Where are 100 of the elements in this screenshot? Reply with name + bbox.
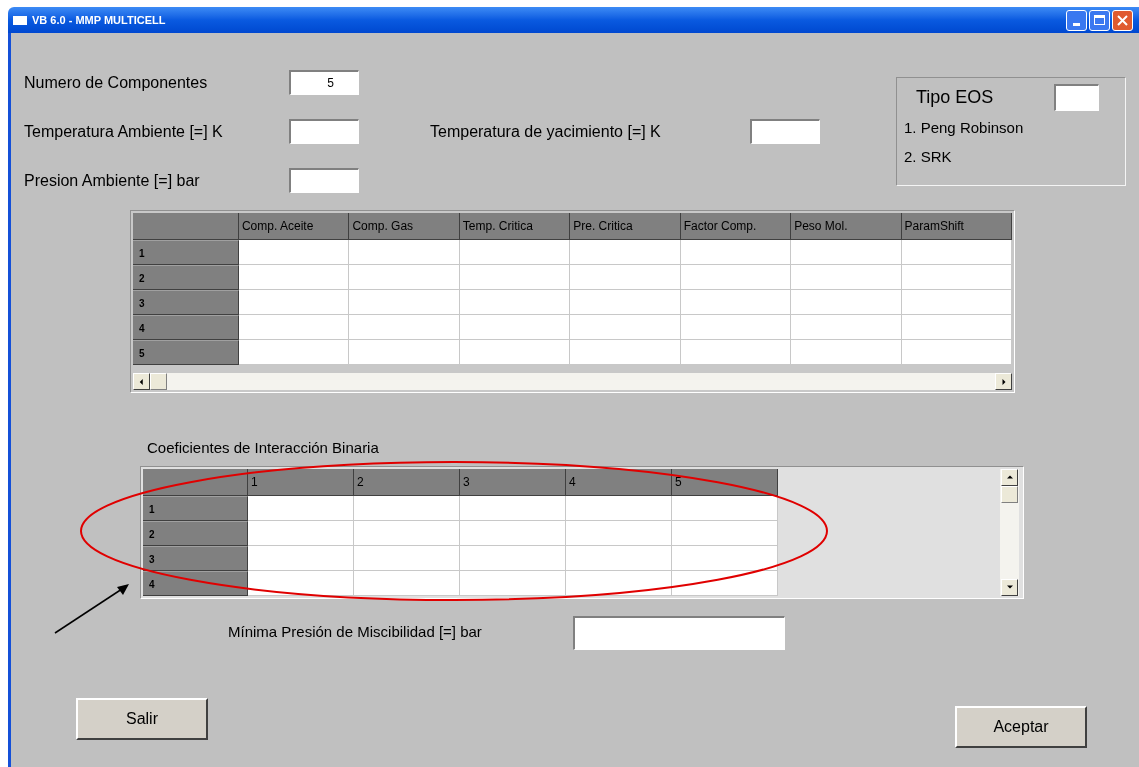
table-cell[interactable] [791,240,902,265]
horizontal-scrollbar[interactable] [133,373,1012,390]
field-label: Mínima Presión de Miscibilidad [=] bar [228,622,483,643]
table-cell[interactable] [248,495,354,521]
text-field[interactable] [750,119,820,144]
table-cell[interactable] [248,545,354,571]
table-cell[interactable] [460,495,566,521]
field-label: Presion Ambiente [=] bar [24,170,201,191]
table-cell[interactable] [459,240,571,265]
window-title: VB 6.0 - MMP MULTICELL [32,12,166,28]
table-cell[interactable] [459,265,571,290]
close-icon [1117,14,1128,26]
column-header: Temp. Critica [459,213,571,240]
table-cell[interactable] [566,545,672,571]
table-cell[interactable] [566,495,672,521]
eos-field[interactable] [1054,84,1099,111]
table-cell[interactable] [354,570,460,596]
column-header: 2 [354,468,460,496]
text-field[interactable] [289,119,359,144]
eos-option: 2. SRK [904,145,1125,168]
row-header: 2 [133,265,239,290]
table-cell[interactable] [238,340,350,365]
vertical-scrollbar[interactable] [1000,468,1019,596]
table-cell[interactable] [570,340,681,365]
table-cell[interactable] [901,240,1012,265]
table-cell[interactable] [791,340,902,365]
scroll-thumb[interactable] [150,373,167,390]
table-cell[interactable] [680,340,792,365]
table-cell[interactable] [570,240,681,265]
table-cell[interactable] [354,545,460,571]
table-cell[interactable] [672,545,778,571]
table-cell[interactable] [791,315,902,340]
table-cell[interactable] [349,290,460,315]
table-cell[interactable] [566,520,672,546]
table-cell[interactable] [680,315,792,340]
table-cell[interactable] [238,315,350,340]
table-cell[interactable] [354,495,460,521]
minimize-button[interactable] [1066,9,1087,31]
row-header: 3 [143,545,248,571]
window-icon [13,15,27,25]
table-cell[interactable] [349,340,460,365]
table-cell[interactable] [901,315,1012,340]
text-field[interactable]: 5 [289,70,359,95]
table-cell[interactable] [349,265,460,290]
table-cell[interactable] [570,315,681,340]
table-cell[interactable] [672,520,778,546]
column-header: 1 [248,468,354,496]
row-header: 5 [133,340,239,365]
maximize-button[interactable] [1089,9,1110,31]
table-cell[interactable] [672,495,778,521]
exit-button[interactable]: Salir [76,697,208,740]
table-cell[interactable] [354,520,460,546]
table-cell[interactable] [459,315,571,340]
row-header: 1 [143,495,248,521]
row-header: 2 [143,520,248,546]
table-cell[interactable] [460,520,566,546]
table-cell[interactable] [238,240,350,265]
table-cell[interactable] [680,240,792,265]
table-cell[interactable] [680,265,792,290]
row-header: 3 [133,290,239,315]
table-cell[interactable] [349,315,460,340]
table-cell[interactable] [459,340,571,365]
table-cell[interactable] [570,265,681,290]
column-header: Comp. Gas [349,213,460,240]
table-cell[interactable] [238,265,350,290]
close-button[interactable] [1112,9,1133,31]
row-header: 1 [133,240,239,265]
table-cell[interactable] [349,240,460,265]
table-cell[interactable] [791,265,902,290]
column-header: ParamShift [901,213,1012,240]
column-header: 5 [672,468,778,496]
table-cell[interactable] [901,290,1012,315]
scroll-up-button[interactable] [1001,468,1018,486]
scroll-left-button[interactable] [133,373,150,390]
table-cell[interactable] [901,265,1012,290]
table-cell[interactable] [680,290,792,315]
table-cell[interactable] [901,340,1012,365]
accept-button[interactable]: Aceptar [955,705,1087,748]
row-header: 4 [133,315,239,340]
field-label: Temperatura de yacimiento [=] K [430,121,662,142]
table-cell[interactable] [238,290,350,315]
scroll-down-button[interactable] [1001,578,1018,596]
column-header: Peso Mol. [791,213,902,240]
field-label: Temperatura Ambiente [=] K [24,121,224,142]
scroll-right-button[interactable] [995,373,1012,390]
section-label: Coeficientes de Interacción Binaria [147,438,380,458]
column-header: Pre. Critica [570,213,681,240]
table-cell[interactable] [460,545,566,571]
mmp-field[interactable] [573,615,785,650]
table-cell[interactable] [248,520,354,546]
field-label: Numero de Componentes [24,72,209,93]
column-header: 4 [566,468,672,496]
table-cell[interactable] [460,570,566,596]
eos-option: 1. Peng Robinson [904,117,1125,140]
table-cell[interactable] [459,290,571,315]
text-field[interactable] [289,168,359,193]
eos-label: Tipo EOS [915,86,995,109]
column-header: 3 [460,468,566,496]
table-cell[interactable] [570,290,681,315]
table-cell[interactable] [791,290,902,315]
